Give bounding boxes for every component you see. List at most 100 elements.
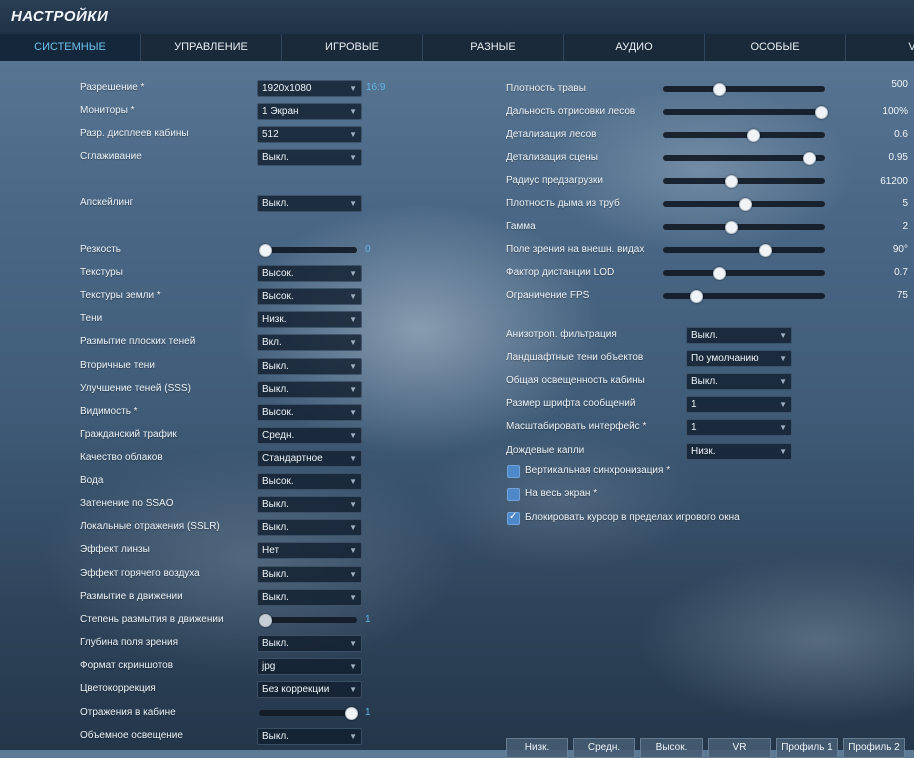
cockpit-displays-value: 512 — [262, 129, 279, 140]
right-dropdown-label: Анизотроп. фильтрация — [506, 329, 617, 340]
preset-button[interactable]: Высок. — [640, 738, 703, 758]
screenshot-format-label: Формат скриншотов — [80, 660, 174, 671]
sslr-dropdown[interactable]: Выкл. ▼ — [257, 519, 362, 536]
water-dropdown[interactable]: Высок. ▼ — [257, 473, 362, 490]
upscaling-dropdown[interactable]: Выкл. ▼ — [257, 195, 362, 212]
monitors-dropdown[interactable]: 1 Экран ▼ — [257, 103, 362, 120]
terrain-textures-dropdown[interactable]: Высок. ▼ — [257, 288, 362, 305]
right-slider-handle[interactable] — [815, 106, 828, 119]
antialiasing-dropdown[interactable]: Выкл. ▼ — [257, 149, 362, 166]
cockpit-reflections-slider[interactable] — [259, 707, 358, 720]
right-slider-handle[interactable] — [746, 129, 760, 142]
flat-shadow-blur-dropdown[interactable]: Вкл. ▼ — [257, 334, 362, 351]
right-slider-handle[interactable] — [690, 290, 704, 303]
tab-gameplay[interactable]: ИГРОВЫЕ — [282, 34, 423, 61]
chevron-down-icon: ▼ — [349, 685, 357, 694]
ssao-dropdown[interactable]: Выкл. ▼ — [257, 496, 362, 513]
sharpness-slider-handle[interactable] — [259, 244, 272, 257]
cockpit-reflections-slider-handle[interactable] — [345, 707, 358, 720]
right-dropdown-label: Масштабировать интерфейс * — [506, 421, 647, 432]
right-dropdown-label: Общая освещенность кабины — [506, 375, 645, 386]
right-slider-label: Детализация лесов — [506, 129, 597, 140]
right-dropdown-label: Дождевые капли — [506, 445, 585, 456]
water-value: Высок. — [262, 476, 294, 487]
right-dropdown[interactable]: Выкл. ▼ — [686, 373, 792, 390]
right-dropdown[interactable]: 1 ▼ — [686, 419, 792, 436]
preset-button[interactable]: Профиль 1 — [776, 738, 838, 758]
cockpit-displays-dropdown[interactable]: 512 ▼ — [257, 126, 362, 143]
shadows-dropdown[interactable]: Низк. ▼ — [257, 311, 362, 328]
right-slider[interactable] — [663, 198, 825, 211]
civil-traffic-label: Гражданский трафик — [80, 429, 177, 440]
color-grading-dropdown[interactable]: Без коррекции ▼ — [257, 681, 362, 698]
lens-label: Эффект линзы — [80, 544, 150, 555]
terrain-textures-value: Высок. — [262, 291, 294, 302]
color-grading-label: Цветокоррекция — [80, 683, 156, 694]
textures-value: Высок. — [262, 268, 294, 279]
visibility-dropdown[interactable]: Высок. ▼ — [257, 404, 362, 421]
tab-special[interactable]: ОСОБЫЕ — [705, 34, 846, 61]
resolution-dropdown[interactable]: 1920x1080 ▼ — [257, 80, 362, 97]
right-slider[interactable] — [663, 244, 825, 257]
right-dropdown-value: 1 — [691, 399, 697, 410]
right-slider-handle[interactable] — [802, 152, 816, 165]
sss-value: Выкл. — [262, 384, 289, 395]
heat-blur-dropdown[interactable]: Выкл. ▼ — [257, 566, 362, 583]
checkbox[interactable] — [507, 465, 520, 478]
motion-blur-dropdown[interactable]: Выкл. ▼ — [257, 589, 362, 606]
sharpness-slider[interactable] — [259, 244, 357, 257]
right-dropdown-value: По умолчанию — [691, 353, 759, 364]
right-slider[interactable] — [663, 267, 825, 280]
preset-button[interactable]: Профиль 2 — [843, 738, 905, 758]
right-slider[interactable] — [663, 221, 825, 234]
right-slider-handle[interactable] — [725, 221, 739, 234]
civil-traffic-dropdown[interactable]: Средн. ▼ — [257, 427, 362, 444]
right-slider[interactable] — [663, 290, 825, 303]
right-slider[interactable] — [663, 106, 828, 119]
right-dropdown[interactable]: Низк. ▼ — [686, 443, 792, 460]
chevron-down-icon: ▼ — [349, 385, 357, 394]
motion-blur-label: Размытие в движении — [80, 591, 183, 602]
preset-button[interactable]: VR — [708, 738, 771, 758]
right-slider[interactable] — [663, 83, 825, 96]
right-dropdown[interactable]: По умолчанию ▼ — [686, 350, 792, 367]
lens-dropdown[interactable]: Нет ▼ — [257, 542, 362, 559]
dof-dropdown[interactable]: Выкл. ▼ — [257, 635, 362, 652]
checkbox-label: Вертикальная синхронизация * — [525, 465, 671, 476]
tab-controls[interactable]: УПРАВЛЕНИЕ — [141, 34, 282, 61]
motion-blur-amount-slider-handle[interactable] — [259, 614, 272, 627]
sss-dropdown[interactable]: Выкл. ▼ — [257, 381, 362, 398]
preset-button[interactable]: Средн. — [573, 738, 635, 758]
secondary-shadows-label: Вторичные тени — [80, 360, 155, 371]
checkbox[interactable] — [507, 488, 520, 501]
secondary-shadows-dropdown[interactable]: Выкл. ▼ — [257, 358, 362, 375]
right-dropdown[interactable]: Выкл. ▼ — [686, 327, 792, 344]
resolution-label: Разрешение * — [80, 82, 145, 93]
right-slider-value: 5 — [902, 198, 908, 209]
right-slider[interactable] — [663, 152, 825, 165]
tab-vr[interactable]: VR — [846, 34, 914, 61]
tab-bar: СИСТЕМНЫЕ УПРАВЛЕНИЕ ИГРОВЫЕ РАЗНЫЕ АУДИ… — [0, 34, 914, 61]
sss-label: Улучшение теней (SSS) — [80, 383, 191, 394]
right-dropdown[interactable]: 1 ▼ — [686, 396, 792, 413]
right-slider-handle[interactable] — [713, 83, 727, 96]
tab-audio[interactable]: АУДИО — [564, 34, 705, 61]
textures-dropdown[interactable]: Высок. ▼ — [257, 265, 362, 282]
right-slider[interactable] — [663, 129, 825, 142]
right-slider-handle[interactable] — [713, 267, 727, 280]
checkbox[interactable]: ✓ — [507, 511, 520, 525]
chevron-down-icon: ▼ — [779, 331, 787, 340]
tab-system[interactable]: СИСТЕМНЫЕ — [0, 34, 141, 61]
clouds-dropdown[interactable]: Стандартное ▼ — [257, 450, 362, 467]
right-slider-handle[interactable] — [739, 198, 752, 211]
preset-button[interactable]: Низк. — [506, 738, 568, 758]
right-slider-handle[interactable] — [725, 175, 739, 188]
volumetric-light-dropdown[interactable]: Выкл. ▼ — [257, 728, 362, 745]
screenshot-format-dropdown[interactable]: jpg ▼ — [257, 658, 362, 675]
tab-misc[interactable]: РАЗНЫЕ — [423, 34, 564, 61]
motion-blur-amount-slider[interactable] — [259, 614, 357, 627]
right-slider-label: Фактор дистанции LOD — [506, 267, 615, 278]
antialiasing-value: Выкл. — [262, 152, 289, 163]
right-slider[interactable] — [663, 175, 825, 188]
right-slider-handle[interactable] — [758, 244, 772, 257]
